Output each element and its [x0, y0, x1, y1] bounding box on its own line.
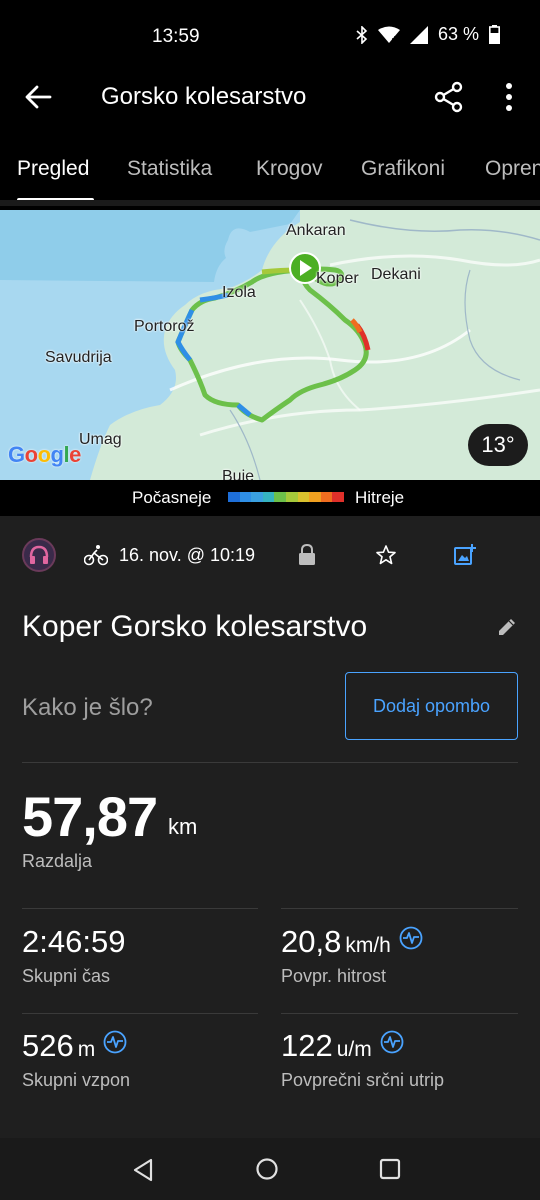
stat-avg-hr: 122 u/m Povprečni srčni utrip	[281, 1028, 444, 1091]
avg-hr-label: Povprečni srčni utrip	[281, 1070, 445, 1090]
map-label-koper: Koper	[316, 270, 359, 287]
avg-speed-unit: km/h	[345, 934, 391, 957]
signal-icon	[409, 25, 428, 44]
distance-unit: km	[168, 814, 198, 839]
more-vertical-icon[interactable]	[497, 80, 521, 114]
total-ascent-label: Skupni vzpon	[22, 1070, 131, 1090]
speed-gradient-segment	[320, 492, 333, 502]
avg-speed-value: 20,8	[281, 924, 342, 959]
activity-title: Koper Gorsko kolesarstvo	[22, 610, 368, 643]
share-icon[interactable]	[433, 81, 465, 113]
route-map[interactable]: Ankaran Dekani Izola Koper Portorož Savu…	[0, 210, 540, 480]
battery-icon	[489, 25, 500, 44]
distance-label: Razdalja	[22, 851, 93, 871]
star-icon[interactable]	[375, 544, 397, 566]
speed-gradient-bar	[228, 492, 344, 502]
pulse-info-icon[interactable]	[399, 926, 423, 950]
divider	[22, 1013, 258, 1014]
headphones-icon	[29, 545, 49, 564]
system-nav-bar	[0, 1138, 540, 1200]
speed-gradient-segment	[274, 492, 286, 502]
avg-hr-unit: u/m	[336, 1038, 372, 1061]
bluetooth-icon	[356, 25, 368, 44]
speed-gradient-segment	[332, 492, 344, 502]
activity-date: 16. nov. @ 10:19	[119, 545, 256, 565]
speed-gradient-segment	[285, 492, 298, 502]
divider	[22, 762, 518, 763]
wifi-icon	[377, 26, 400, 44]
active-tab-indicator	[17, 198, 94, 200]
bicycle-icon	[83, 544, 109, 566]
pulse-info-icon[interactable]	[103, 1030, 127, 1054]
status-time: 13:59	[152, 26, 200, 47]
status-bar: 13:59 63 %	[0, 0, 540, 72]
map-label-dekani: Dekani	[371, 266, 421, 283]
stat-total-time: 2:46:59 Skupni čas	[22, 924, 125, 987]
speed-gradient-segment	[262, 492, 275, 502]
edit-pencil-icon[interactable]	[496, 616, 518, 638]
activity-meta-row: 16. nov. @ 10:19	[0, 536, 540, 576]
speed-gradient-segment	[239, 492, 252, 502]
stat-avg-speed: 20,8 km/h Povpr. hitrost	[281, 924, 423, 987]
activity-summary: 16. nov. @ 10:19 Koper Gorsko kolesarstv…	[0, 516, 540, 1138]
total-ascent-unit: m	[77, 1038, 96, 1061]
tab-bar: Pregled Statistika Krogov Grafikoni Opre…	[0, 140, 540, 206]
legend-fast-label: Hitreje	[355, 488, 405, 507]
tab-pregled[interactable]: Pregled	[17, 157, 89, 181]
tab-grafikoni[interactable]: Grafikoni	[361, 157, 445, 181]
nav-home-icon[interactable]	[255, 1157, 279, 1181]
temperature-badge: 13°	[468, 424, 528, 466]
add-photo-icon[interactable]	[453, 543, 477, 567]
divider	[22, 908, 258, 909]
tab-oprema[interactable]: Opren	[485, 157, 540, 181]
back-arrow-icon[interactable]	[22, 80, 56, 114]
speed-gradient-segment	[309, 492, 321, 502]
nav-recents-icon[interactable]	[379, 1158, 401, 1180]
map-label-savudrija: Savudrija	[45, 349, 112, 366]
avg-speed-label: Povpr. hitrost	[281, 966, 387, 986]
battery-text: 63 %	[437, 24, 479, 44]
add-note-button[interactable]: Dodaj opombo	[345, 672, 518, 740]
tab-krogov[interactable]: Krogov	[256, 157, 323, 181]
google-logo: Google	[8, 442, 81, 467]
total-ascent-value: 526	[22, 1028, 74, 1063]
speed-gradient-segment	[251, 492, 263, 502]
map-label-umag: Umag	[79, 431, 122, 448]
divider	[281, 908, 518, 909]
total-time-label: Skupni čas	[22, 966, 111, 986]
speed-legend: Počasneje Hitreje	[0, 480, 540, 516]
map-label-izola: Izola	[222, 284, 256, 301]
nav-back-icon[interactable]	[131, 1158, 155, 1182]
speed-gradient-segment	[297, 492, 310, 502]
page-title: Gorsko kolesarstvo	[101, 83, 307, 110]
divider	[281, 1013, 518, 1014]
pulse-info-icon[interactable]	[380, 1030, 404, 1054]
total-time-value: 2:46:59	[22, 924, 126, 959]
map-label-ankaran: Ankaran	[286, 222, 346, 239]
stat-total-ascent: 526 m Skupni vzpon	[22, 1028, 130, 1091]
how-did-it-go-prompt[interactable]: Kako je šlo?	[22, 694, 153, 722]
map-label-portoroz: Portorož	[134, 318, 195, 335]
legend-slow-label: Počasneje	[132, 488, 212, 507]
avatar[interactable]	[22, 538, 56, 572]
avg-hr-value: 122	[281, 1028, 333, 1063]
distance-value: 57,87	[22, 785, 158, 848]
tab-statistika[interactable]: Statistika	[127, 157, 212, 181]
status-icons: 63 %	[356, 24, 500, 45]
lock-icon[interactable]	[298, 543, 316, 566]
speed-gradient-segment	[228, 492, 240, 502]
app-bar: Gorsko kolesarstvo	[0, 72, 540, 122]
map-label-buje: Buje	[222, 468, 255, 480]
